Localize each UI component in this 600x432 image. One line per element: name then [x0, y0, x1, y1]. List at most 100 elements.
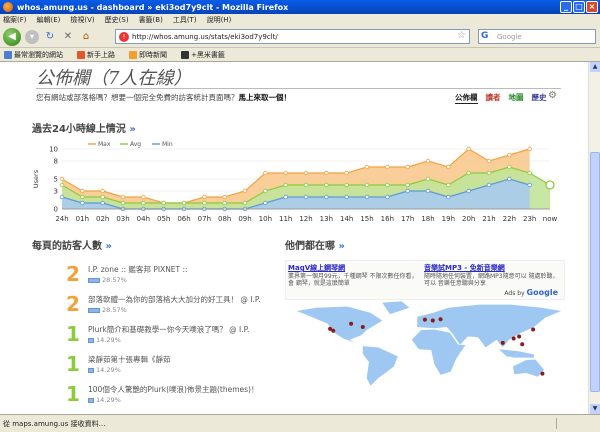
- chart-more-arrow-icon[interactable]: »: [129, 124, 135, 135]
- data-point-avg: [303, 182, 309, 188]
- x-tick-label: 22h: [503, 215, 516, 223]
- x-tick-label: 02h: [96, 215, 109, 223]
- stop-icon[interactable]: ✕: [61, 30, 75, 44]
- visitor-location-marker: [520, 342, 525, 347]
- where-more-arrow-icon[interactable]: »: [338, 241, 344, 252]
- menu-file[interactable]: 檔案(F): [3, 15, 27, 25]
- data-point-max: [364, 164, 370, 170]
- ads-by-google[interactable]: Ads by Google: [504, 288, 558, 297]
- vertical-scrollbar[interactable]: ▲ ▼: [588, 62, 600, 414]
- data-point-avg: [181, 200, 187, 206]
- visit-share: 14.29%: [88, 396, 121, 404]
- y-tick-label: 8: [54, 158, 58, 166]
- menu-history[interactable]: 歷史(S): [105, 15, 129, 25]
- scroll-thumb[interactable]: [590, 152, 600, 392]
- visit-item[interactable]: 2 I.P. zone :: 鑑客邦 PIXNET :: 28.57%: [66, 262, 266, 292]
- scroll-up-icon[interactable]: ▲: [590, 62, 600, 72]
- x-tick-label: 18h: [421, 215, 434, 223]
- ad-item[interactable]: MagV線上鋼琴網 業界第一個月99元，千種鋼琴 不限次數任你看，會 鋼琴，就是…: [288, 263, 418, 287]
- data-point-avg: [283, 182, 288, 188]
- title-divider: [36, 88, 561, 89]
- visit-item[interactable]: 1 梁靜茹第十張專輯《靜茹 14.29%: [66, 352, 266, 382]
- tab-readers[interactable]: 讀者: [486, 92, 501, 104]
- data-point-max: [405, 164, 410, 170]
- minimize-icon[interactable]: _: [560, 1, 572, 13]
- data-point-min: [486, 182, 492, 188]
- x-tick-label: 05h: [157, 215, 170, 223]
- settings-gear-icon[interactable]: ⚙: [548, 90, 557, 101]
- tab-map[interactable]: 地圖: [509, 92, 524, 104]
- site-favicon-icon: !: [119, 32, 129, 42]
- search-input[interactable]: G Google: [478, 29, 596, 44]
- ad-headline[interactable]: 音樂試MP3 - 免新音樂網: [424, 263, 564, 273]
- x-tick-label: 13h: [320, 215, 333, 223]
- visit-item[interactable]: 1 Plurk簡介和基礎教學一你今天噗浪了嗎？ @ I.P. 14.29%: [66, 322, 266, 352]
- data-point-avg: [324, 182, 329, 188]
- back-button[interactable]: ◀: [3, 27, 21, 46]
- bookmark-item[interactable]: 最常瀏覽的網站: [4, 50, 63, 60]
- visit-title[interactable]: 100個令人驚艷的Plurk(噗浪)佈景主題(themes)！: [88, 384, 258, 395]
- tab-bulletin[interactable]: 公佈欄: [455, 92, 478, 104]
- scroll-down-icon[interactable]: ▼: [590, 404, 600, 414]
- y-axis-label: Users: [32, 169, 40, 188]
- bookmark-star-icon[interactable]: ☆: [457, 30, 466, 41]
- visits-more-arrow-icon[interactable]: »: [105, 241, 111, 252]
- page-title: 公佈欄（7人在線）: [36, 68, 192, 89]
- window-titlebar: whos.amung.us - dashboard » eki3od7y9clt…: [0, 0, 600, 14]
- maximize-icon[interactable]: □: [573, 1, 585, 13]
- world-map[interactable]: [285, 300, 565, 400]
- data-point-avg: [161, 200, 166, 206]
- online-chart: 0 3 5 8 10 Users 24h 01h 02h 03h 04h 05h 06h 07h 08h 09…: [32, 141, 557, 223]
- reload-icon[interactable]: ↻: [43, 30, 57, 44]
- status-bar: 從 maps.amung.us 接收資料…: [0, 414, 600, 432]
- data-point-avg: [242, 200, 248, 206]
- url-bar[interactable]: ! http://whos.amung.us/stats/eki3od7y9cl…: [115, 29, 470, 44]
- data-point-min: [324, 194, 329, 200]
- data-point-avg: [425, 176, 431, 182]
- url-text: http://whos.amung.us/stats/eki3od7y9clt/: [132, 32, 278, 41]
- data-point-avg: [100, 194, 105, 200]
- bookmark-item[interactable]: 即時新聞: [129, 50, 167, 60]
- ad-item[interactable]: 音樂試MP3 - 免新音樂網 隨時隨地任何裝置，網路MP3隨意可以 隨處聆聽，可…: [424, 263, 564, 287]
- data-point-min: [283, 194, 288, 200]
- visit-title[interactable]: 部落軟體一為你的部落格大大加分的好工具！ @ I.P.: [88, 294, 261, 305]
- bookmark-item[interactable]: +黑米書籤: [181, 50, 225, 60]
- data-point-max: [283, 170, 288, 176]
- visitor-location-marker: [331, 328, 336, 333]
- data-point-max: [141, 194, 146, 200]
- visitor-location-marker: [430, 318, 435, 323]
- x-tick-label: 12h: [299, 215, 312, 223]
- data-point-max: [303, 170, 309, 176]
- visits-section-title: 每頁的訪客人數 »: [32, 241, 112, 252]
- visit-item[interactable]: 1 100個令人驚艷的Plurk(噗浪)佈景主題(themes)！ 14.29%: [66, 382, 266, 412]
- home-icon[interactable]: ⌂: [79, 30, 93, 44]
- visit-item[interactable]: 2 部落軟體一為你的部落格大大加分的好工具！ @ I.P. 28.57%: [66, 292, 266, 322]
- data-point-min: [527, 182, 532, 188]
- history-dropdown-icon[interactable]: ▾: [25, 29, 39, 44]
- menu-edit[interactable]: 編輯(E): [37, 15, 61, 25]
- firefox-logo-icon: [3, 2, 13, 12]
- data-point-max: [527, 146, 532, 152]
- bookmark-icon: [4, 50, 12, 59]
- visit-title[interactable]: Plurk簡介和基礎教學一你今天噗浪了嗎？ @ I.P.: [88, 324, 249, 335]
- window-title: whos.amung.us - dashboard » eki3od7y9clt…: [17, 2, 289, 12]
- legend-label-avg: Avg: [130, 141, 141, 148]
- visit-title[interactable]: 梁靜茹第十張專輯《靜茹: [88, 354, 171, 365]
- promo-link[interactable]: 馬上來取一個！: [239, 93, 292, 102]
- bookmark-item[interactable]: 新手上路: [77, 50, 115, 60]
- menu-help[interactable]: 說明(H): [207, 15, 232, 25]
- menu-view[interactable]: 檢視(V): [70, 15, 94, 25]
- x-tick-label: 23h: [523, 215, 536, 223]
- ad-headline[interactable]: MagV線上鋼琴網: [288, 263, 418, 273]
- visit-rank: 1: [66, 322, 80, 346]
- close-icon[interactable]: ×: [586, 1, 598, 13]
- data-point-min: [466, 188, 471, 194]
- menu-bookmarks[interactable]: 書籤(B): [139, 15, 163, 25]
- bookmarks-toolbar: 最常瀏覽的網站 新手上路 即時新聞 +黑米書籤: [0, 48, 600, 62]
- visit-share: 28.57%: [88, 306, 127, 314]
- visit-title[interactable]: I.P. zone :: 鑑客邦 PIXNET ::: [88, 264, 188, 275]
- data-point-max: [486, 158, 492, 164]
- navigation-toolbar: ◀ ▾ ↻ ✕ ⌂ ! http://whos.amung.us/stats/e…: [0, 26, 600, 48]
- menu-tools[interactable]: 工具(T): [173, 15, 197, 25]
- tab-history[interactable]: 歷史: [532, 92, 547, 104]
